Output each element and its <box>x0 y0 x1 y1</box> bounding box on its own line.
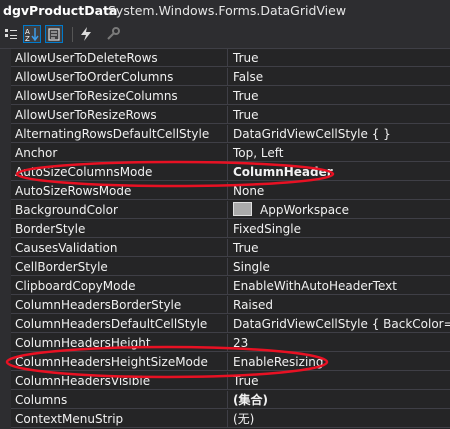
property-value[interactable]: True <box>228 372 450 390</box>
property-pages-icon <box>107 27 120 40</box>
alphabetical-button[interactable]: A Z <box>23 25 41 43</box>
property-row[interactable]: AlternatingRowsDefaultCellStyle DataGridV… <box>0 125 450 144</box>
row-gutter <box>0 353 11 372</box>
row-gutter <box>0 125 11 144</box>
row-gutter <box>0 372 11 391</box>
color-swatch <box>233 202 252 216</box>
object-name: dgvProductData <box>3 3 118 18</box>
property-name[interactable]: ColumnHeadersHeightSizeMode <box>11 353 228 371</box>
property-row[interactable]: CausesValidation True <box>0 239 450 258</box>
property-value-text: AppWorkspace <box>260 203 350 217</box>
row-gutter <box>0 220 11 239</box>
property-value[interactable]: ColumnHeader <box>228 163 450 181</box>
property-value[interactable]: EnableResizing <box>228 353 450 371</box>
property-name[interactable]: AlternatingRowsDefaultCellStyle <box>11 125 228 143</box>
row-gutter <box>0 144 11 163</box>
property-row[interactable]: BorderStyle FixedSingle <box>0 220 450 239</box>
property-row[interactable]: ColumnHeadersDefaultCellStyle DataGridVie… <box>0 315 450 334</box>
property-value[interactable]: FixedSingle <box>228 220 450 238</box>
row-gutter <box>0 68 11 87</box>
row-gutter <box>0 163 11 182</box>
property-value[interactable]: True <box>228 106 450 124</box>
property-row[interactable]: AllowUserToResizeRows True <box>0 106 450 125</box>
property-value[interactable]: True <box>228 87 450 105</box>
property-value[interactable]: True <box>228 49 450 67</box>
property-name[interactable]: Anchor <box>11 144 228 162</box>
property-toolbar: A Z <box>0 22 450 49</box>
properties-button[interactable] <box>45 25 63 43</box>
property-value[interactable]: Single <box>228 258 450 276</box>
row-gutter <box>0 87 11 106</box>
row-gutter <box>0 49 11 68</box>
property-name[interactable]: AllowUserToOrderColumns <box>11 68 228 86</box>
property-name[interactable]: ColumnHeadersHeight <box>11 334 228 352</box>
row-gutter <box>0 106 11 125</box>
property-value[interactable]: Top, Left <box>228 144 450 162</box>
object-type: System.Windows.Forms.DataGridView <box>108 3 347 18</box>
property-row[interactable]: ColumnHeadersHeight 23 <box>0 334 450 353</box>
row-gutter <box>0 258 11 277</box>
property-row[interactable]: AutoSizeRowsMode None <box>0 182 450 201</box>
property-name[interactable]: ContextMenuStrip <box>11 410 228 428</box>
toolbar-separator <box>72 27 73 42</box>
property-name[interactable]: BorderStyle <box>11 220 228 238</box>
property-name[interactable]: AutoSizeRowsMode <box>11 182 228 200</box>
property-name[interactable]: CellBorderStyle <box>11 258 228 276</box>
alphabetical-icon: A Z <box>25 28 39 42</box>
row-gutter <box>0 182 11 201</box>
categorized-button[interactable] <box>2 25 20 43</box>
object-selector[interactable]: dgvProductData System.Windows.Forms.Data… <box>0 0 450 22</box>
row-gutter <box>0 315 11 334</box>
property-row[interactable]: AllowUserToOrderColumns False <box>0 68 450 87</box>
property-value[interactable]: Raised <box>228 296 450 314</box>
row-gutter <box>0 391 11 410</box>
property-row[interactable]: ContextMenuStrip (无) <box>0 410 450 429</box>
property-row[interactable]: AutoSizeColumnsMode ColumnHeader <box>0 163 450 182</box>
property-name[interactable]: CausesValidation <box>11 239 228 257</box>
property-name[interactable]: ColumnHeadersDefaultCellStyle <box>11 315 228 333</box>
property-row[interactable]: AllowUserToDeleteRows True <box>0 49 450 68</box>
property-row[interactable]: ColumnHeadersVisible True <box>0 372 450 391</box>
categorized-icon <box>5 29 17 39</box>
row-gutter <box>0 201 11 220</box>
property-value[interactable]: False <box>228 68 450 86</box>
property-name[interactable]: AllowUserToDeleteRows <box>11 49 228 67</box>
property-value[interactable]: AppWorkspace <box>228 201 450 219</box>
property-value[interactable]: (无) <box>228 410 450 428</box>
property-value[interactable]: EnableWithAutoHeaderText <box>228 277 450 295</box>
property-value[interactable]: 23 <box>228 334 450 352</box>
row-gutter <box>0 334 11 353</box>
property-value[interactable]: (集合) <box>228 391 450 409</box>
property-name[interactable]: BackgroundColor <box>11 201 228 219</box>
row-gutter <box>0 410 11 429</box>
property-grid: AllowUserToDeleteRows True AllowUserToOrde… <box>0 49 450 429</box>
property-pages-button[interactable] <box>104 25 122 43</box>
row-gutter <box>0 239 11 258</box>
property-row[interactable]: Anchor Top, Left <box>0 144 450 163</box>
property-value[interactable]: None <box>228 182 450 200</box>
property-name[interactable]: AutoSizeColumnsMode <box>11 163 228 181</box>
property-row[interactable]: BackgroundColor AppWorkspace <box>0 201 450 220</box>
property-name[interactable]: ColumnHeadersBorderStyle <box>11 296 228 314</box>
property-value[interactable]: DataGridViewCellStyle { } <box>228 125 450 143</box>
property-value[interactable]: DataGridViewCellStyle { BackColor=C <box>228 315 450 333</box>
property-name[interactable]: Columns <box>11 391 228 409</box>
property-row[interactable]: AllowUserToResizeColumns True <box>0 87 450 106</box>
properties-icon <box>48 28 60 41</box>
row-gutter <box>0 277 11 296</box>
row-gutter <box>0 296 11 315</box>
property-row[interactable]: ColumnHeadersHeightSizeMode EnableResizin… <box>0 353 450 372</box>
property-row[interactable]: Columns (集合) <box>0 391 450 410</box>
property-name[interactable]: AllowUserToResizeRows <box>11 106 228 124</box>
property-name[interactable]: ColumnHeadersVisible <box>11 372 228 390</box>
property-name[interactable]: ClipboardCopyMode <box>11 277 228 295</box>
events-button[interactable] <box>77 25 95 43</box>
property-row[interactable]: ClipboardCopyMode EnableWithAutoHeaderTex… <box>0 277 450 296</box>
property-row[interactable]: CellBorderStyle Single <box>0 258 450 277</box>
events-icon <box>81 27 91 41</box>
property-value[interactable]: True <box>228 239 450 257</box>
svg-text:Z: Z <box>25 35 30 42</box>
property-name[interactable]: AllowUserToResizeColumns <box>11 87 228 105</box>
property-row[interactable]: ColumnHeadersBorderStyle Raised <box>0 296 450 315</box>
